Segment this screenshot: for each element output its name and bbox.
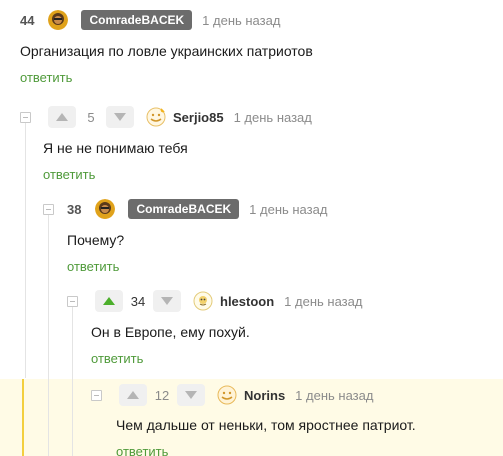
comment-header: 44 ComradeBACEK 1 день назад xyxy=(20,8,280,32)
avatar-icon xyxy=(95,199,116,219)
avatar[interactable] xyxy=(48,10,69,30)
avatar[interactable] xyxy=(217,385,237,405)
avatar-icon xyxy=(193,291,213,311)
comment-header: 5 Serjio85 1 день назад xyxy=(20,105,312,129)
comment-rating: 12 xyxy=(154,387,170,403)
collapse-icon[interactable] xyxy=(67,295,78,307)
comment-time[interactable]: 1 день назад xyxy=(202,13,280,28)
comment-rating: 44 xyxy=(20,12,35,28)
comment-text: Почему? xyxy=(67,232,125,248)
thread-line xyxy=(48,379,49,456)
arrow-up-icon xyxy=(127,391,139,399)
reply-link[interactable]: ответить xyxy=(67,259,119,274)
author-nickname[interactable]: ComradeBACEK xyxy=(128,199,240,219)
collapse-icon[interactable] xyxy=(91,389,102,401)
upvote-button[interactable] xyxy=(48,106,76,128)
vote-control: 12 xyxy=(119,384,205,406)
avatar[interactable] xyxy=(95,199,116,219)
arrow-down-icon xyxy=(185,391,197,399)
vote-control: 5 xyxy=(48,106,134,128)
collapse-icon[interactable] xyxy=(20,111,31,123)
comment-rating: 34 xyxy=(130,293,146,309)
author-nickname[interactable]: hlestoon xyxy=(220,294,274,309)
comment-time[interactable]: 1 день назад xyxy=(284,294,362,309)
comment-text: Я не не понимаю тебя xyxy=(43,140,188,156)
reply-link[interactable]: ответить xyxy=(91,351,143,366)
avatar-icon xyxy=(48,10,69,30)
reply-link[interactable]: ответить xyxy=(43,167,95,182)
downvote-button[interactable] xyxy=(177,384,205,406)
highlighted-comment-border xyxy=(22,379,24,456)
avatar[interactable] xyxy=(193,291,213,311)
thread-line xyxy=(72,379,73,456)
collapse-icon[interactable] xyxy=(43,203,54,215)
author-nickname[interactable]: Serjio85 xyxy=(173,110,224,125)
arrow-up-icon xyxy=(103,297,115,305)
author-nickname[interactable]: Norins xyxy=(244,388,285,403)
downvote-button[interactable] xyxy=(153,290,181,312)
arrow-down-icon xyxy=(161,297,173,305)
comment-time[interactable]: 1 день назад xyxy=(234,110,312,125)
avatar-icon xyxy=(146,107,166,127)
reply-link[interactable]: ответить xyxy=(20,70,72,85)
comment-text: Организация по ловле украинских патриото… xyxy=(20,43,313,59)
comment-header: 34 hlestoon 1 день назад xyxy=(67,289,362,313)
comment-header: 38 ComradeBACEK 1 день назад xyxy=(43,197,327,221)
author-nickname[interactable]: ComradeBACEK xyxy=(81,10,193,30)
avatar[interactable] xyxy=(146,107,166,127)
downvote-button[interactable] xyxy=(106,106,134,128)
comment-text: Чем дальше от неньки, том яростнее патри… xyxy=(116,417,416,433)
comment-time[interactable]: 1 день назад xyxy=(295,388,373,403)
comment-rating: 38 xyxy=(67,201,82,217)
comment-time[interactable]: 1 день назад xyxy=(249,202,327,217)
comment-text: Он в Европе, ему похуй. xyxy=(91,324,250,340)
arrow-down-icon xyxy=(114,113,126,121)
comment-thread: 44 ComradeBACEK 1 день назад Организация… xyxy=(0,0,503,456)
vote-control: 34 xyxy=(95,290,181,312)
upvote-button[interactable] xyxy=(119,384,147,406)
thread-line xyxy=(25,113,26,378)
avatar-icon xyxy=(217,385,237,405)
reply-link[interactable]: ответить xyxy=(116,444,168,456)
comment-header: 12 Norins 1 день назад xyxy=(91,383,373,407)
upvote-button[interactable] xyxy=(95,290,123,312)
arrow-up-icon xyxy=(56,113,68,121)
comment-rating: 5 xyxy=(87,109,95,125)
